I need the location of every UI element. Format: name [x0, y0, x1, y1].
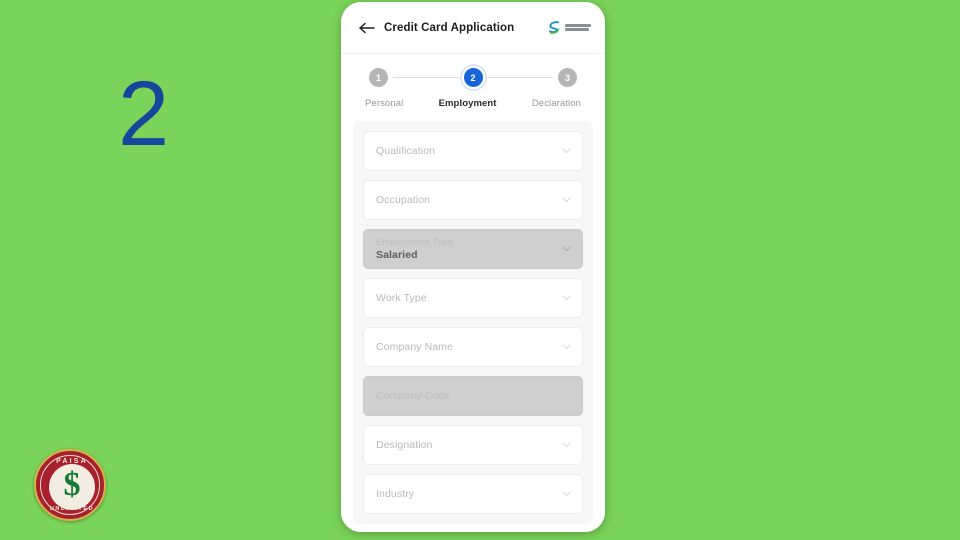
field-placeholder: Occupation	[376, 194, 431, 206]
progress-stepper: 1 2 3 Personal Employment Declaration	[341, 54, 605, 121]
phone-frame: Credit Card Application 1 2 3 Personal E…	[341, 2, 605, 532]
stepper-labels-row: Personal Employment Declaration	[365, 98, 581, 109]
step-dot-2[interactable]: 2	[463, 68, 483, 87]
field-occupation[interactable]: Occupation	[363, 180, 583, 220]
chevron-down-icon	[562, 442, 571, 448]
field-placeholder: Designation	[376, 439, 433, 451]
chevron-down-icon	[562, 344, 571, 350]
form-scroll-area[interactable]: Qualification Occupation Employment Type…	[341, 121, 605, 532]
standard-chartered-logo	[547, 20, 591, 35]
chevron-down-icon	[562, 491, 571, 497]
field-company-name[interactable]: Company Name	[363, 327, 583, 367]
field-placeholder: Company Name	[376, 341, 454, 353]
chevron-down-icon	[562, 148, 571, 154]
standard-chartered-wordmark	[565, 24, 591, 31]
field-industry[interactable]: Industry	[363, 474, 583, 514]
field-work-type[interactable]: Work Type	[363, 278, 583, 318]
chevron-down-icon	[562, 246, 571, 252]
field-placeholder: Work Type	[376, 292, 427, 304]
step-connector-1	[393, 76, 459, 79]
field-placeholder: Company Code	[376, 390, 451, 402]
app-header: Credit Card Application	[341, 2, 605, 54]
field-designation[interactable]: Designation	[363, 425, 583, 465]
field-qualification[interactable]: Qualification	[363, 131, 583, 171]
employment-form-card: Qualification Occupation Employment Type…	[353, 121, 593, 524]
dollar-sign-icon: $	[63, 466, 81, 503]
chevron-down-icon	[562, 295, 571, 301]
field-employment-type[interactable]: Employment Type Salaried	[363, 229, 583, 269]
step-label-personal: Personal	[365, 98, 404, 109]
stepper-dots-row: 1 2 3	[365, 68, 581, 87]
step-dot-1[interactable]: 1	[369, 68, 388, 87]
step-label-employment: Employment	[438, 98, 497, 109]
field-value: Salaried	[376, 248, 418, 261]
step-connector-2	[487, 76, 553, 79]
field-label: Employment Type	[376, 236, 454, 248]
chevron-down-icon	[562, 197, 571, 203]
arrow-left-icon[interactable]	[359, 21, 375, 35]
step-dot-3[interactable]: 3	[558, 68, 577, 87]
step-label-declaration: Declaration	[531, 98, 581, 109]
badge-text-bottom: UNLIMITED	[49, 506, 95, 512]
field-placeholder: Qualification	[376, 145, 436, 157]
field-placeholder: Industry	[376, 488, 415, 500]
brand-badge-paisa-unlimited: PAISA $ UNLIMITED	[34, 449, 106, 521]
page-title: Credit Card Application	[384, 21, 515, 34]
field-company-code[interactable]: Company Code	[363, 376, 583, 416]
slide-number: 2	[118, 63, 169, 165]
